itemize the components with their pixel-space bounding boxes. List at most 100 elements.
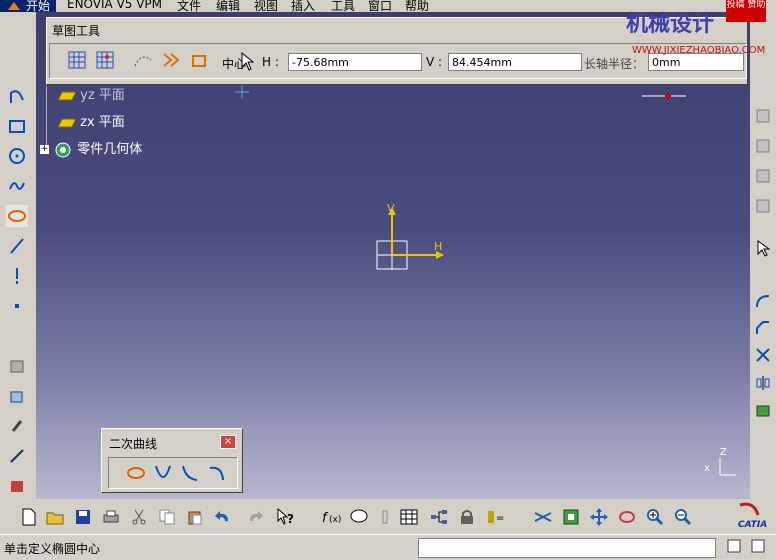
- tree-structure-icon: [431, 510, 447, 524]
- project-tool-button[interactable]: [752, 400, 774, 422]
- line-tool-button[interactable]: [6, 235, 28, 257]
- feature-icon: [756, 199, 770, 213]
- lock-icon: [461, 510, 473, 524]
- undo-button[interactable]: [212, 506, 234, 528]
- mirror-tool-button[interactable]: [752, 372, 774, 394]
- expand-tree-button[interactable]: =: [484, 506, 506, 528]
- whats-this-button[interactable]: ?: [274, 506, 296, 528]
- menu-window[interactable]: 窗口: [368, 0, 392, 12]
- rotate-button[interactable]: [616, 506, 638, 528]
- expand-plus-icon[interactable]: +: [40, 145, 49, 154]
- menu-view[interactable]: 视图: [254, 0, 278, 12]
- fly-mode-button[interactable]: [532, 506, 554, 528]
- fit-all-button[interactable]: [560, 506, 582, 528]
- tree-structure-button[interactable]: [428, 506, 450, 528]
- tree-label-yz: yz 平面: [80, 88, 125, 103]
- pan-button[interactable]: [588, 506, 610, 528]
- paste-button[interactable]: [184, 506, 206, 528]
- axis-tool-button[interactable]: [6, 265, 28, 287]
- geometric-constraints-button[interactable]: [160, 49, 182, 71]
- spline-tool-button[interactable]: [6, 175, 28, 197]
- ellipse-icon: [127, 467, 145, 479]
- tree-item-zx-plane[interactable]: zx 平面: [57, 111, 125, 130]
- tree-item-yz-plane[interactable]: yz 平面: [57, 84, 125, 103]
- v-label: V :: [426, 55, 443, 69]
- comment-button[interactable]: [348, 506, 370, 528]
- chamfer-tool-button[interactable]: [752, 317, 774, 339]
- menu-tools[interactable]: 工具: [331, 0, 355, 12]
- sketch-tool-3-button[interactable]: [752, 165, 774, 187]
- sketch-tool-1-button[interactable]: [752, 105, 774, 127]
- trim-tool-button[interactable]: [752, 344, 774, 366]
- window-icon: [727, 539, 741, 553]
- copy-icon: [159, 509, 175, 525]
- menu-insert[interactable]: 插入: [291, 0, 315, 12]
- status-tool-1-button[interactable]: [724, 536, 744, 556]
- parabola-button[interactable]: [152, 462, 174, 484]
- grid-toggle-button[interactable]: [66, 49, 88, 71]
- compass-marker-icon: [642, 93, 686, 99]
- zoom-in-button[interactable]: [644, 506, 666, 528]
- rectangle-tool-button[interactable]: [6, 115, 28, 137]
- dimensional-constraints-button[interactable]: [188, 49, 210, 71]
- snap-to-point-button[interactable]: [94, 49, 116, 71]
- redo-button[interactable]: [244, 506, 266, 528]
- new-button[interactable]: [18, 506, 40, 528]
- corner-tool-button[interactable]: [752, 290, 774, 312]
- ellipse-button[interactable]: [125, 462, 147, 484]
- conic-tools-row: [108, 457, 238, 489]
- sketch-tool-2-button[interactable]: [752, 135, 774, 157]
- open-button[interactable]: [44, 506, 66, 528]
- paperclip-tool-button[interactable]: [6, 415, 28, 437]
- formula-button[interactable]: f (x): [320, 506, 342, 528]
- point-tool-button[interactable]: [6, 295, 28, 317]
- svg-text:=: =: [496, 513, 504, 524]
- status-message: 单击定义椭圆中心: [4, 542, 101, 556]
- axis-label-z: Z: [720, 447, 727, 458]
- hyperbola-button[interactable]: [179, 462, 201, 484]
- part-body-icon: [55, 142, 71, 157]
- feature-icon: [756, 109, 770, 123]
- feature-icon: [756, 169, 770, 183]
- dimension-tool-button[interactable]: [6, 445, 28, 467]
- zoom-out-button[interactable]: [672, 506, 694, 528]
- ellipse-tool-button[interactable]: [6, 205, 28, 227]
- profile-tool-button[interactable]: [6, 86, 28, 108]
- analysis-tool-button[interactable]: [6, 475, 28, 497]
- construction-element-button[interactable]: [132, 49, 154, 71]
- cut-button[interactable]: [128, 506, 150, 528]
- copy-button[interactable]: [156, 506, 178, 528]
- v-coordinate-input[interactable]: 84.454mm: [448, 53, 582, 71]
- lock-button[interactable]: [456, 506, 478, 528]
- start-menu[interactable]: 开始: [0, 0, 56, 12]
- menu-file[interactable]: 文件: [177, 0, 201, 12]
- sketch-tool-4-button[interactable]: [752, 195, 774, 217]
- command-input[interactable]: [418, 538, 716, 558]
- menu-help[interactable]: 帮助: [405, 0, 429, 12]
- select-button[interactable]: [752, 237, 774, 259]
- plane-icon: [57, 91, 77, 100]
- axis-icon: [16, 268, 18, 284]
- h-label: H :: [262, 55, 279, 69]
- circle-tool-button[interactable]: [6, 145, 28, 167]
- axis-label-v: V: [387, 202, 395, 215]
- constraint-tool-button[interactable]: [6, 355, 28, 377]
- constraints-icon: [163, 53, 180, 67]
- h-coordinate-input[interactable]: -75.68mm: [288, 53, 422, 71]
- constraint-icon: [10, 360, 24, 373]
- conic-button[interactable]: [206, 462, 228, 484]
- close-icon[interactable]: ×: [220, 435, 236, 449]
- pad-tool-button[interactable]: [6, 385, 28, 407]
- table-button[interactable]: [398, 506, 420, 528]
- parameter-button[interactable]: [374, 506, 396, 528]
- chamfer-icon: [756, 321, 769, 334]
- profile-icon: [10, 90, 24, 103]
- printer-icon: [103, 510, 119, 523]
- tree-item-part-geometry[interactable]: + 零件几何体: [40, 138, 142, 159]
- save-button[interactable]: [72, 506, 94, 528]
- status-tool-2-button[interactable]: [748, 536, 768, 556]
- menu-enovia[interactable]: ENOVIA V5 VPM: [67, 0, 162, 11]
- print-button[interactable]: [100, 506, 122, 528]
- 3d-viewport[interactable]: yz 平面 zx 平面 + 零件几何体 V H Z x: [36, 12, 750, 499]
- menu-edit[interactable]: 编辑: [216, 0, 240, 12]
